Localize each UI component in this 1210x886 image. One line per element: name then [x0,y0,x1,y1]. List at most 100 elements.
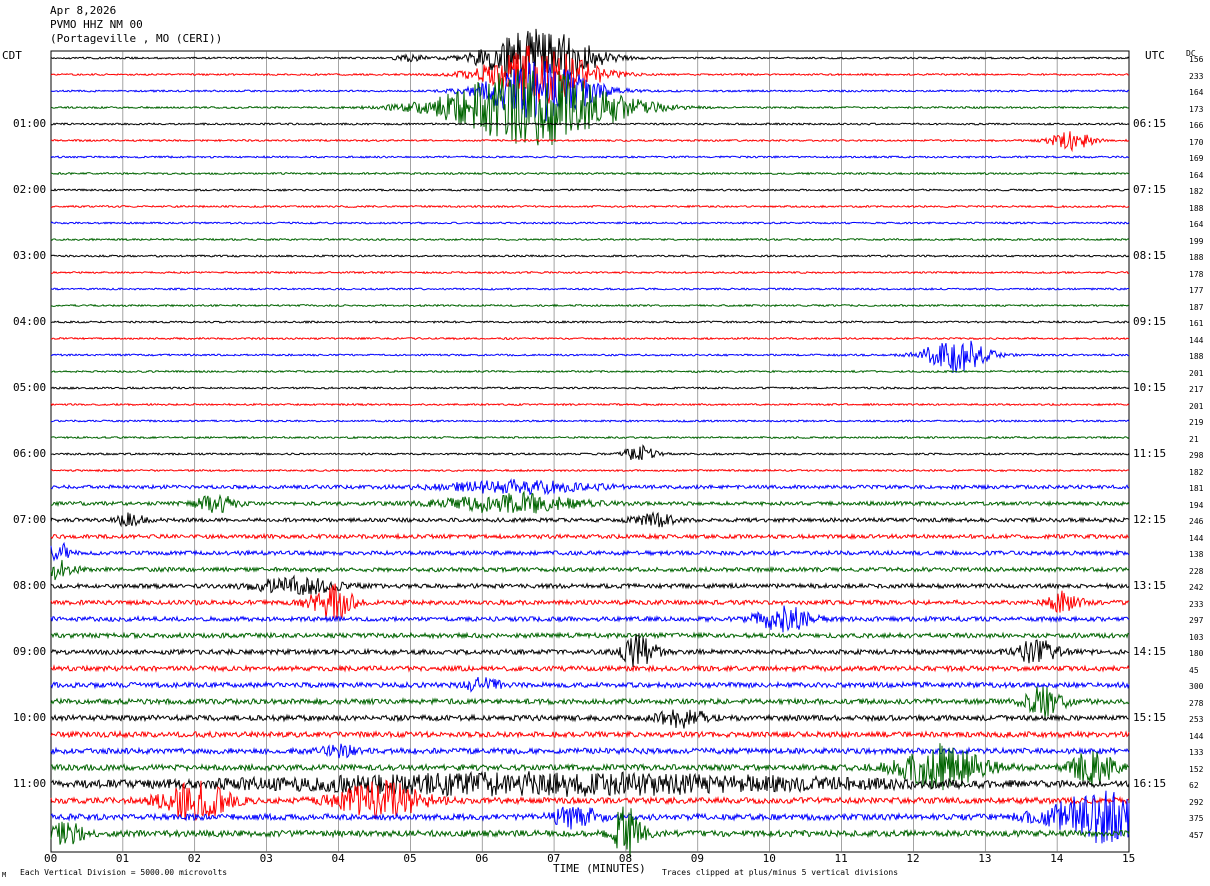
seismic-trace [50,188,1130,192]
seismic-trace [50,574,1130,596]
dc-value-label: 161 [1189,319,1204,328]
dc-value-label: 292 [1189,797,1204,807]
seismic-trace [50,444,1130,461]
seismic-trace [50,287,1129,291]
seismic-trace [50,419,1130,423]
right-hour-label: 16:15 [1133,777,1167,790]
seismic-trace [50,155,1130,159]
seismic-trace [50,676,1130,693]
dc-value-label: 253 [1189,715,1204,724]
footnote-left: Each Vertical Division = 5000.00 microvo… [20,868,228,877]
seismic-trace [50,664,1130,673]
dc-value-label: 181 [1189,484,1204,493]
right-hour-label: 15:15 [1133,711,1167,724]
seismic-trace [51,631,1130,640]
seismogram-helicorder [50,28,1130,858]
dc-value-label: 164 [1189,170,1204,180]
dc-value-label: 182 [1189,467,1204,477]
seismic-trace [50,254,1130,258]
x-tick-label: 13 [978,852,992,865]
right-hour-label: 07:15 [1133,183,1167,196]
dc-value-label: 166 [1189,121,1204,130]
dc-value-label: 233 [1189,599,1204,609]
seismic-trace [50,583,1130,620]
left-hour-label: 05:00 [13,381,47,394]
left-hour-label: 11:00 [13,777,47,790]
dc-value-label: 199 [1189,236,1204,246]
dc-value-label: 144 [1189,533,1204,543]
footnote-right: Traces clipped at plus/minus 5 vertical … [662,868,899,877]
dc-value-label: 201 [1189,368,1204,378]
dc-value-label: 156 [1189,55,1204,64]
right-hour-label: 14:15 [1133,645,1167,658]
x-tick-label: 10 [762,852,776,865]
seismic-trace [50,340,1129,373]
seismic-trace [50,204,1130,209]
dc-value-label: 298 [1189,451,1204,460]
x-tick-label: 14 [1050,852,1064,865]
dc-value-label: 21 [1189,434,1199,444]
left-hour-label: 07:00 [13,513,47,526]
right-hour-label: 09:15 [1133,315,1167,328]
left-hour-label: 09:00 [13,645,47,658]
dc-value-label: 219 [1189,418,1204,427]
seismic-trace [50,435,1130,440]
dc-value-label: 182 [1189,187,1204,196]
left-hour-label: 10:00 [13,711,47,724]
seismic-trace [50,237,1130,242]
seismic-trace [50,303,1130,308]
dc-value-label: 144 [1189,335,1204,345]
x-tick-label: 12 [906,852,920,865]
seismic-trace [51,320,1130,324]
seismic-trace [50,171,1130,176]
seismic-trace [50,790,1130,844]
x-tick-label: 15 [1122,852,1136,865]
dc-value-label: 300 [1189,682,1204,691]
right-hour-label: 13:15 [1133,579,1167,592]
seismic-trace [50,709,1130,729]
corner-mark: M [2,871,7,879]
x-tick-label: 11 [834,852,848,865]
seismic-trace [50,402,1130,407]
right-hour-label: 08:15 [1133,249,1167,262]
left-hour-label: 02:00 [13,183,47,196]
x-tick-label: 04 [331,852,345,865]
seismic-trace [50,478,1130,496]
dc-value-label: 217 [1189,385,1204,394]
dc-value-label: 187 [1189,302,1204,312]
dc-value-label: 233 [1189,71,1204,81]
dc-value-label: 188 [1189,352,1204,361]
dc-value-label: 188 [1189,253,1204,262]
dc-value-label: 246 [1189,517,1204,526]
dc-value-label: 297 [1189,616,1204,625]
seismic-trace [50,28,1130,86]
seismic-trace [50,541,1130,562]
left-hour-label: 06:00 [13,447,47,460]
dc-value-label: 457 [1189,830,1204,840]
seismic-trace [50,131,1130,153]
seismic-trace [50,729,1130,739]
dc-value-label: 242 [1189,583,1204,592]
dc-value-label: 103 [1189,632,1204,642]
dc-value-label: 228 [1189,566,1204,576]
seismic-trace [50,686,1130,718]
right-hour-label: 06:15 [1133,117,1167,130]
left-hour-label: 01:00 [13,117,47,130]
right-hour-label: 10:15 [1133,381,1167,394]
dc-value-label: 177 [1189,286,1204,295]
left-hour-label: 04:00 [13,315,47,328]
right-hour-label: 11:15 [1133,447,1167,460]
dc-value-label: 375 [1189,814,1204,823]
seismic-trace [50,532,1129,541]
dc-value-label: 138 [1189,550,1204,559]
dc-value-label: 194 [1189,500,1204,510]
dc-value-label: 201 [1189,401,1204,411]
dc-value-label: 164 [1189,88,1204,97]
seismic-trace [50,468,1129,473]
left-hour-label: 08:00 [13,579,47,592]
x-tick-label: 02 [187,852,201,865]
x-tick-label: 09 [690,852,705,865]
seismic-trace [50,605,1130,633]
seismic-trace [50,369,1130,374]
seismic-trace [50,559,1130,581]
